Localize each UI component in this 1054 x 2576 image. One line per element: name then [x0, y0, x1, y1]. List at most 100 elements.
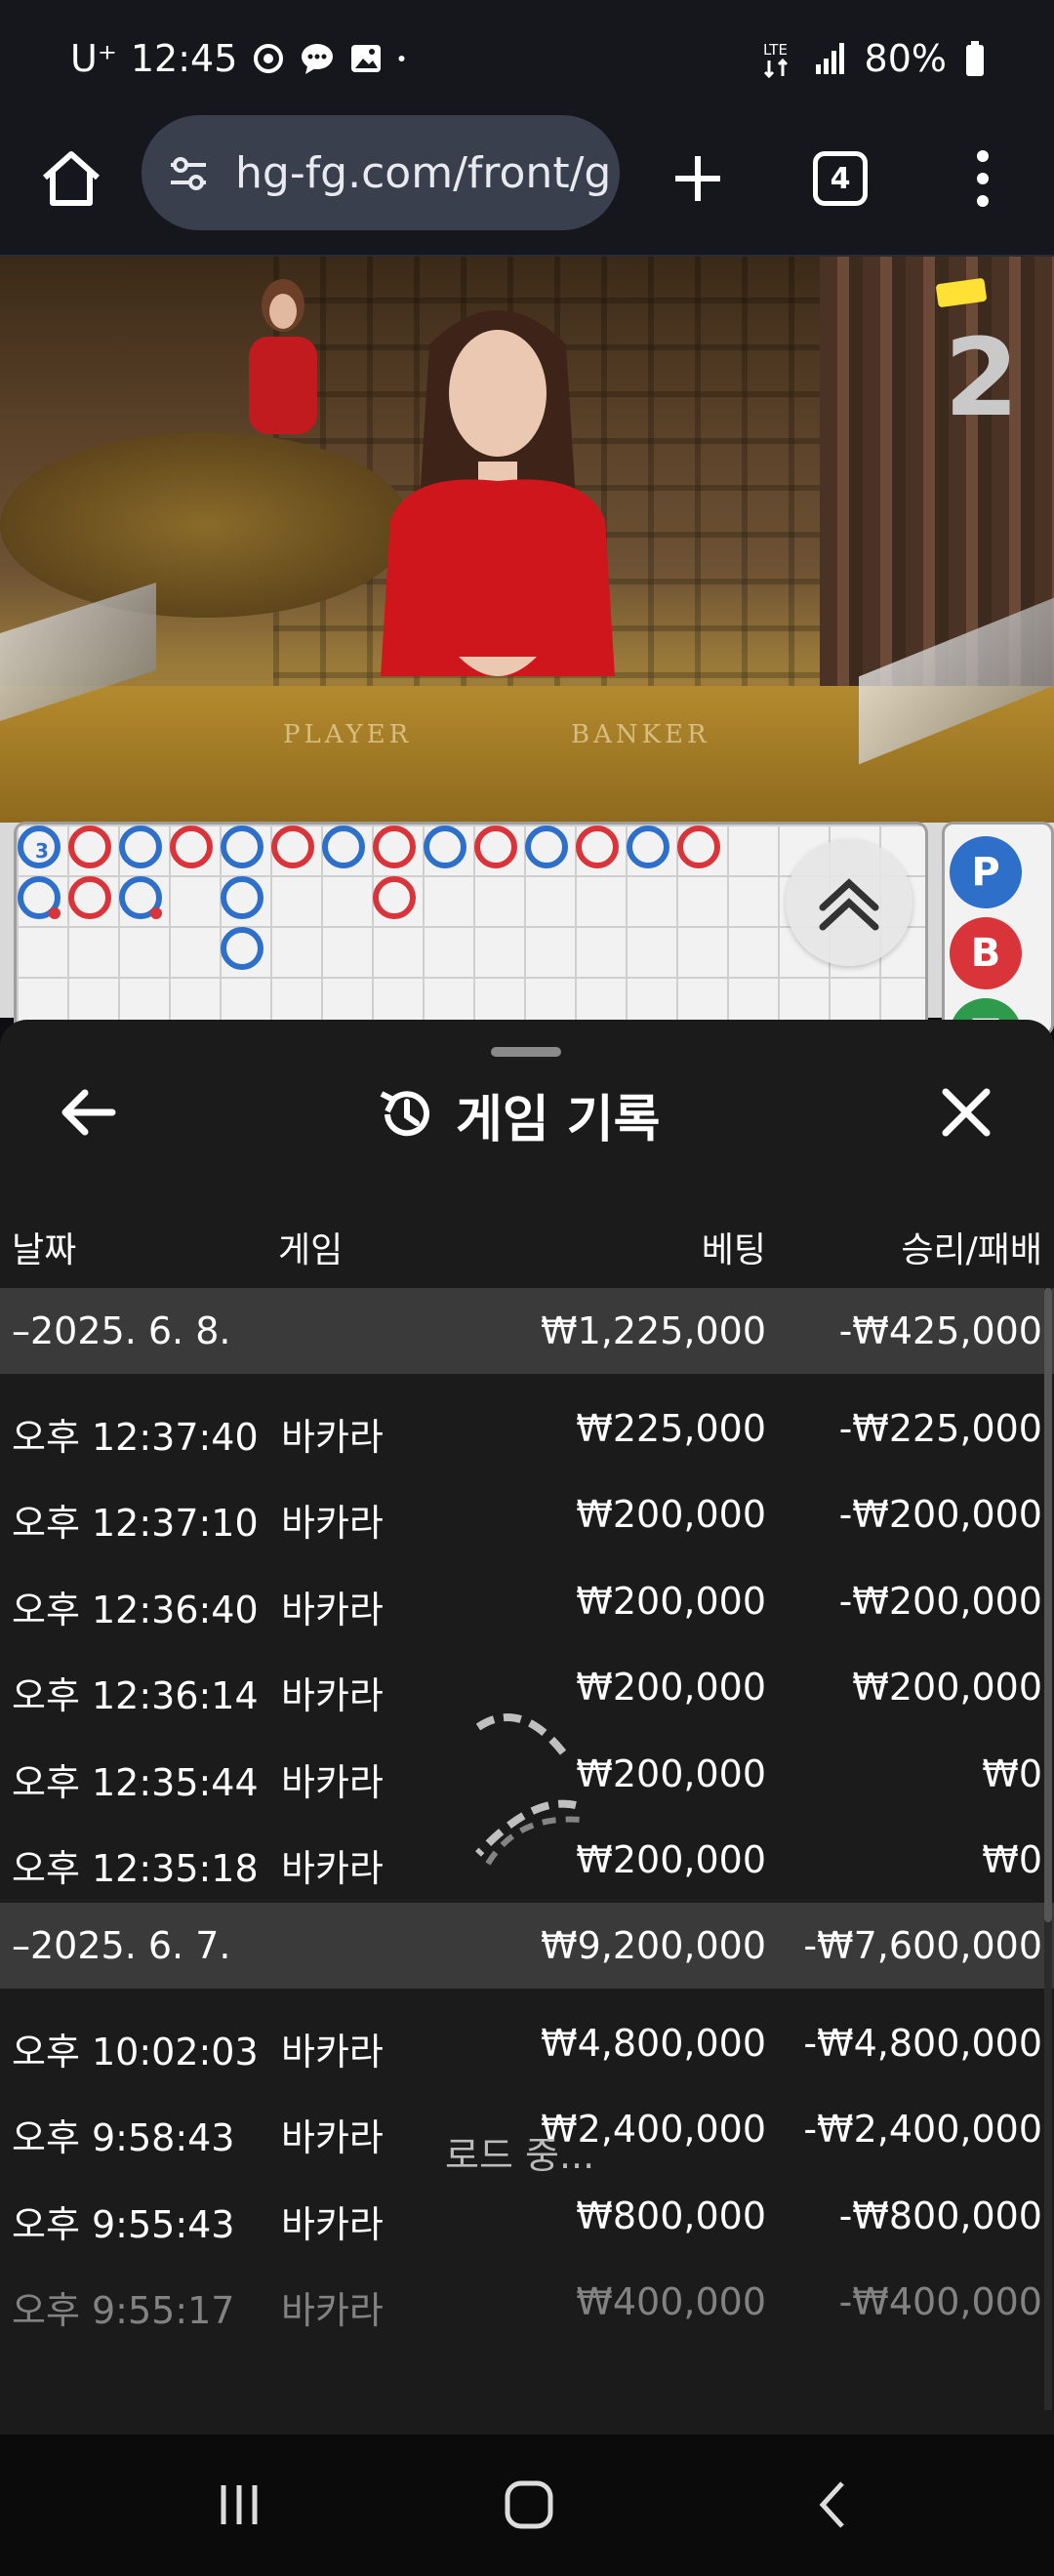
row-result: -₩225,000 — [838, 1407, 1042, 1450]
banker-bead — [373, 876, 416, 919]
browser-toolbar: hg-fg.com/front/g 4 — [0, 115, 1054, 257]
background-dealer — [249, 279, 317, 434]
row-time: 오후 12:36:14 — [12, 1674, 259, 1717]
banker-bead — [373, 825, 416, 868]
battery-icon — [966, 41, 984, 76]
loading-spinner-icon — [475, 1713, 582, 1866]
player-bead — [18, 876, 61, 919]
player-bead — [424, 825, 466, 868]
row-time: 오후 9:55:43 — [12, 2203, 235, 2246]
collapse-roadmap-button[interactable] — [786, 839, 912, 966]
column-header-game[interactable]: 게임 — [278, 1222, 343, 1272]
group-win-loss-total: -₩425,000 — [838, 1309, 1042, 1352]
row-bet: ₩4,800,000 — [541, 2022, 766, 2065]
sync-icon — [254, 44, 284, 73]
row-bet: ₩200,000 — [576, 1493, 766, 1536]
player-bet-button[interactable]: P — [950, 836, 1022, 908]
date-group-row[interactable]: –2025. 6. 8. ₩1,225,000 -₩425,000 — [0, 1288, 1054, 1374]
row-result: -₩200,000 — [838, 1493, 1042, 1536]
banker-zone-label: BANKER — [571, 720, 710, 749]
history-row[interactable]: 오후 12:37:10 바카라 ₩200,000 -₩200,000 — [0, 1471, 1054, 1557]
home-icon[interactable] — [37, 144, 105, 213]
column-header-bet[interactable]: 베팅 — [702, 1222, 766, 1272]
gallery-icon — [351, 45, 382, 72]
column-header-win-loss[interactable]: 승리/패배 — [901, 1222, 1042, 1272]
player-bead: 3 — [18, 825, 61, 868]
row-bet: ₩400,000 — [576, 2280, 766, 2323]
history-row[interactable]: 오후 10:02:03 바카라 ₩4,800,000 -₩4,800,000 — [0, 2000, 1054, 2086]
row-game: 바카라 — [281, 2203, 384, 2246]
player-bead — [221, 876, 264, 919]
banker-bead — [68, 876, 111, 919]
column-header-date[interactable]: 날짜 — [12, 1222, 76, 1272]
player-bead — [221, 927, 264, 970]
loading-text: 로드 중... — [445, 2134, 595, 2177]
row-result: -₩2,400,000 — [803, 2108, 1042, 2151]
row-game: 바카라 — [281, 1847, 384, 1890]
player-bead — [322, 825, 365, 868]
row-time: 오후 12:35:18 — [12, 1847, 259, 1890]
history-row[interactable]: 오후 12:37:40 바카라 ₩225,000 -₩225,000 — [0, 1386, 1054, 1471]
pair-dot — [49, 907, 61, 919]
row-game: 바카라 — [281, 2289, 384, 2332]
banker-bead — [576, 825, 619, 868]
row-game: 바카라 — [281, 1502, 384, 1545]
player-bead — [119, 825, 162, 868]
site-settings-icon[interactable] — [167, 152, 210, 195]
notification-dot-icon — [398, 56, 405, 61]
row-time: 오후 12:37:40 — [12, 1416, 259, 1459]
group-date: –2025. 6. 7. — [12, 1924, 231, 1967]
date-group-row[interactable]: –2025. 6. 7. ₩9,200,000 -₩7,600,000 — [0, 1903, 1054, 1989]
tab-count: 4 — [830, 161, 851, 196]
history-row[interactable]: 오후 9:55:17 바카라 ₩400,000 -₩400,000 — [0, 2259, 1054, 2345]
scrollbar-thumb[interactable] — [1044, 1288, 1052, 1922]
back-arrow-icon[interactable] — [54, 1078, 122, 1147]
signal-icon — [815, 43, 844, 74]
status-bar: U⁺ 12:45 LTE 80% — [0, 0, 1054, 115]
clock: 12:45 — [130, 37, 238, 80]
live-dealer-video[interactable]: PLAYER BANKER 2 — [0, 257, 1054, 823]
history-row[interactable]: 오후 9:55:43 바카라 ₩800,000 -₩800,000 — [0, 2173, 1054, 2259]
address-bar[interactable]: hg-fg.com/front/g — [142, 115, 620, 230]
banker-bead — [271, 825, 314, 868]
row-bet: ₩200,000 — [576, 1666, 766, 1709]
dealer — [381, 310, 615, 676]
banker-bead — [170, 825, 213, 868]
history-row[interactable]: 오후 12:36:40 바카라 ₩200,000 -₩200,000 — [0, 1558, 1054, 1644]
svg-text:LTE: LTE — [763, 41, 788, 59]
banker-bet-button[interactable]: B — [950, 917, 1022, 989]
row-time: 오후 12:37:10 — [12, 1502, 259, 1545]
player-bead — [119, 876, 162, 919]
shoe-number: 2 — [944, 315, 1019, 440]
battery-percent: 80% — [864, 37, 947, 80]
system-nav-bar — [0, 2435, 1054, 2576]
new-tab-icon[interactable] — [664, 144, 732, 213]
pair-dot — [150, 907, 162, 919]
row-time: 오후 12:36:40 — [12, 1589, 259, 1631]
bet-selector: P B T — [942, 822, 1054, 1036]
row-game: 바카라 — [281, 2031, 384, 2073]
tab-switcher-button[interactable]: 4 — [813, 151, 868, 206]
close-icon[interactable] — [932, 1078, 1000, 1147]
row-result: ₩0 — [982, 1752, 1042, 1795]
recent-apps-icon[interactable] — [210, 2475, 268, 2534]
row-time: 오후 9:58:43 — [12, 2116, 235, 2159]
back-nav-icon[interactable] — [805, 2475, 864, 2534]
chat-icon — [302, 44, 334, 74]
sheet-drag-handle[interactable] — [491, 1047, 561, 1057]
row-time: 오후 10:02:03 — [12, 2031, 259, 2073]
group-win-loss-total: -₩7,600,000 — [803, 1924, 1042, 1967]
row-game: 바카라 — [281, 1589, 384, 1631]
player-bead — [627, 825, 669, 868]
home-nav-icon[interactable] — [500, 2475, 558, 2534]
row-bet: ₩800,000 — [576, 2194, 766, 2237]
more-menu-icon[interactable] — [961, 144, 1004, 213]
row-bet: ₩200,000 — [576, 1580, 766, 1623]
group-date: –2025. 6. 8. — [12, 1309, 231, 1352]
row-result: -₩400,000 — [838, 2280, 1042, 2323]
history-table-header: 날짜 게임 베팅 승리/패배 — [0, 1200, 1054, 1278]
background-table — [0, 432, 410, 618]
url-text[interactable]: hg-fg.com/front/g — [235, 148, 611, 198]
bead-count-label: 3 — [35, 839, 49, 863]
row-bet: ₩225,000 — [576, 1407, 766, 1450]
